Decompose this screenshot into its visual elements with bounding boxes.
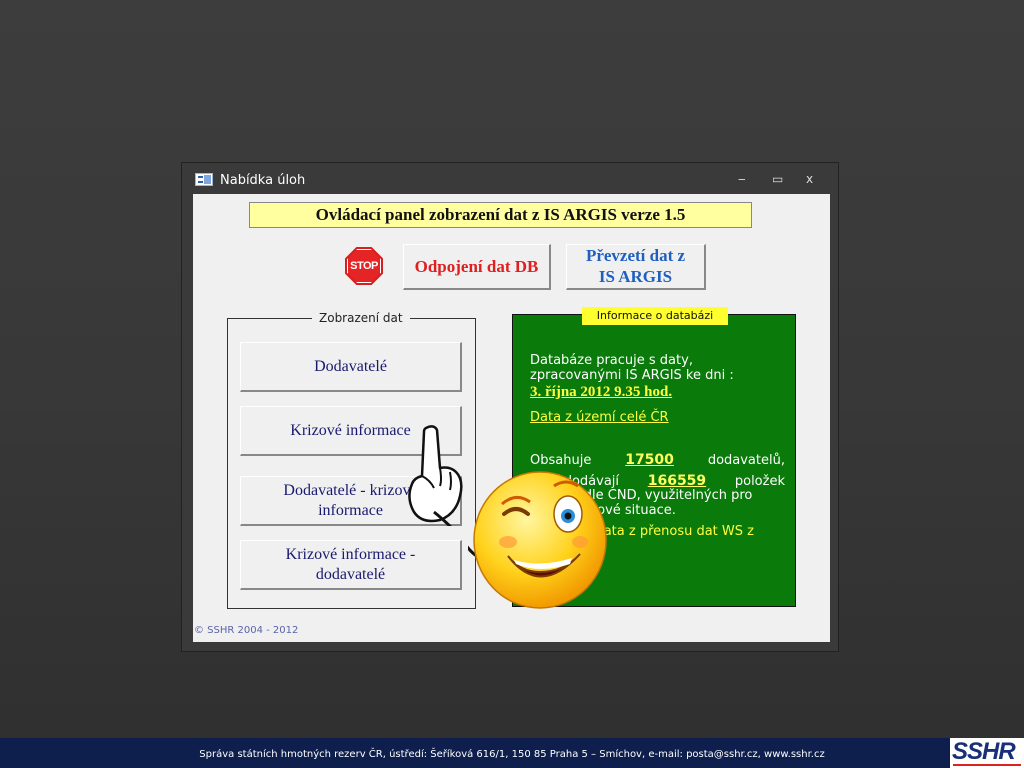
window-title: Nabídka úloh	[220, 173, 306, 188]
disconnect-db-button[interactable]: Odpojení dat DB	[403, 244, 551, 290]
database-info-title: Informace o databázi	[582, 307, 728, 325]
transfer-data-label: Převzetí dat z IS ARGIS	[585, 246, 686, 286]
info-date: 3. října 2012 9.35 hod.	[530, 384, 673, 400]
winking-smiley-icon	[468, 471, 607, 609]
pointing-hand-icon	[408, 425, 463, 526]
data-view-group-label: Zobrazení dat	[312, 311, 410, 325]
maximize-button[interactable]: ▭	[772, 172, 783, 186]
page-title: Ovládací panel zobrazení dat z IS ARGIS …	[249, 202, 752, 228]
minimize-button[interactable]: ‒	[738, 172, 746, 186]
form-icon	[195, 173, 213, 186]
close-button[interactable]: x	[806, 172, 813, 186]
stop-icon-label: STOP	[350, 260, 378, 272]
crisis-info-suppliers-button[interactable]: Krizové informace - dodavatelé	[240, 540, 462, 590]
stop-icon[interactable]: STOP	[345, 247, 383, 285]
disconnect-db-label: Odpojení dat DB	[414, 256, 539, 276]
sshr-logo: SSHR	[950, 738, 1024, 768]
transfer-data-button[interactable]: Převzetí dat z IS ARGIS	[566, 244, 706, 290]
copyright: © SSHR 2004 - 2012	[194, 625, 299, 636]
title-bar[interactable]: Nabídka úloh ‒ ▭ x	[182, 163, 838, 193]
items-count: 166559	[647, 473, 707, 489]
info-intro: Databáze pracuje s daty, zpracovanými IS…	[530, 353, 734, 383]
footer-bar: Správa státních hmotných rezerv ČR, ústř…	[0, 738, 1024, 768]
footer-text: Správa státních hmotných rezerv ČR, ústř…	[199, 749, 825, 760]
suppliers-button[interactable]: Dodavatelé	[240, 342, 462, 392]
